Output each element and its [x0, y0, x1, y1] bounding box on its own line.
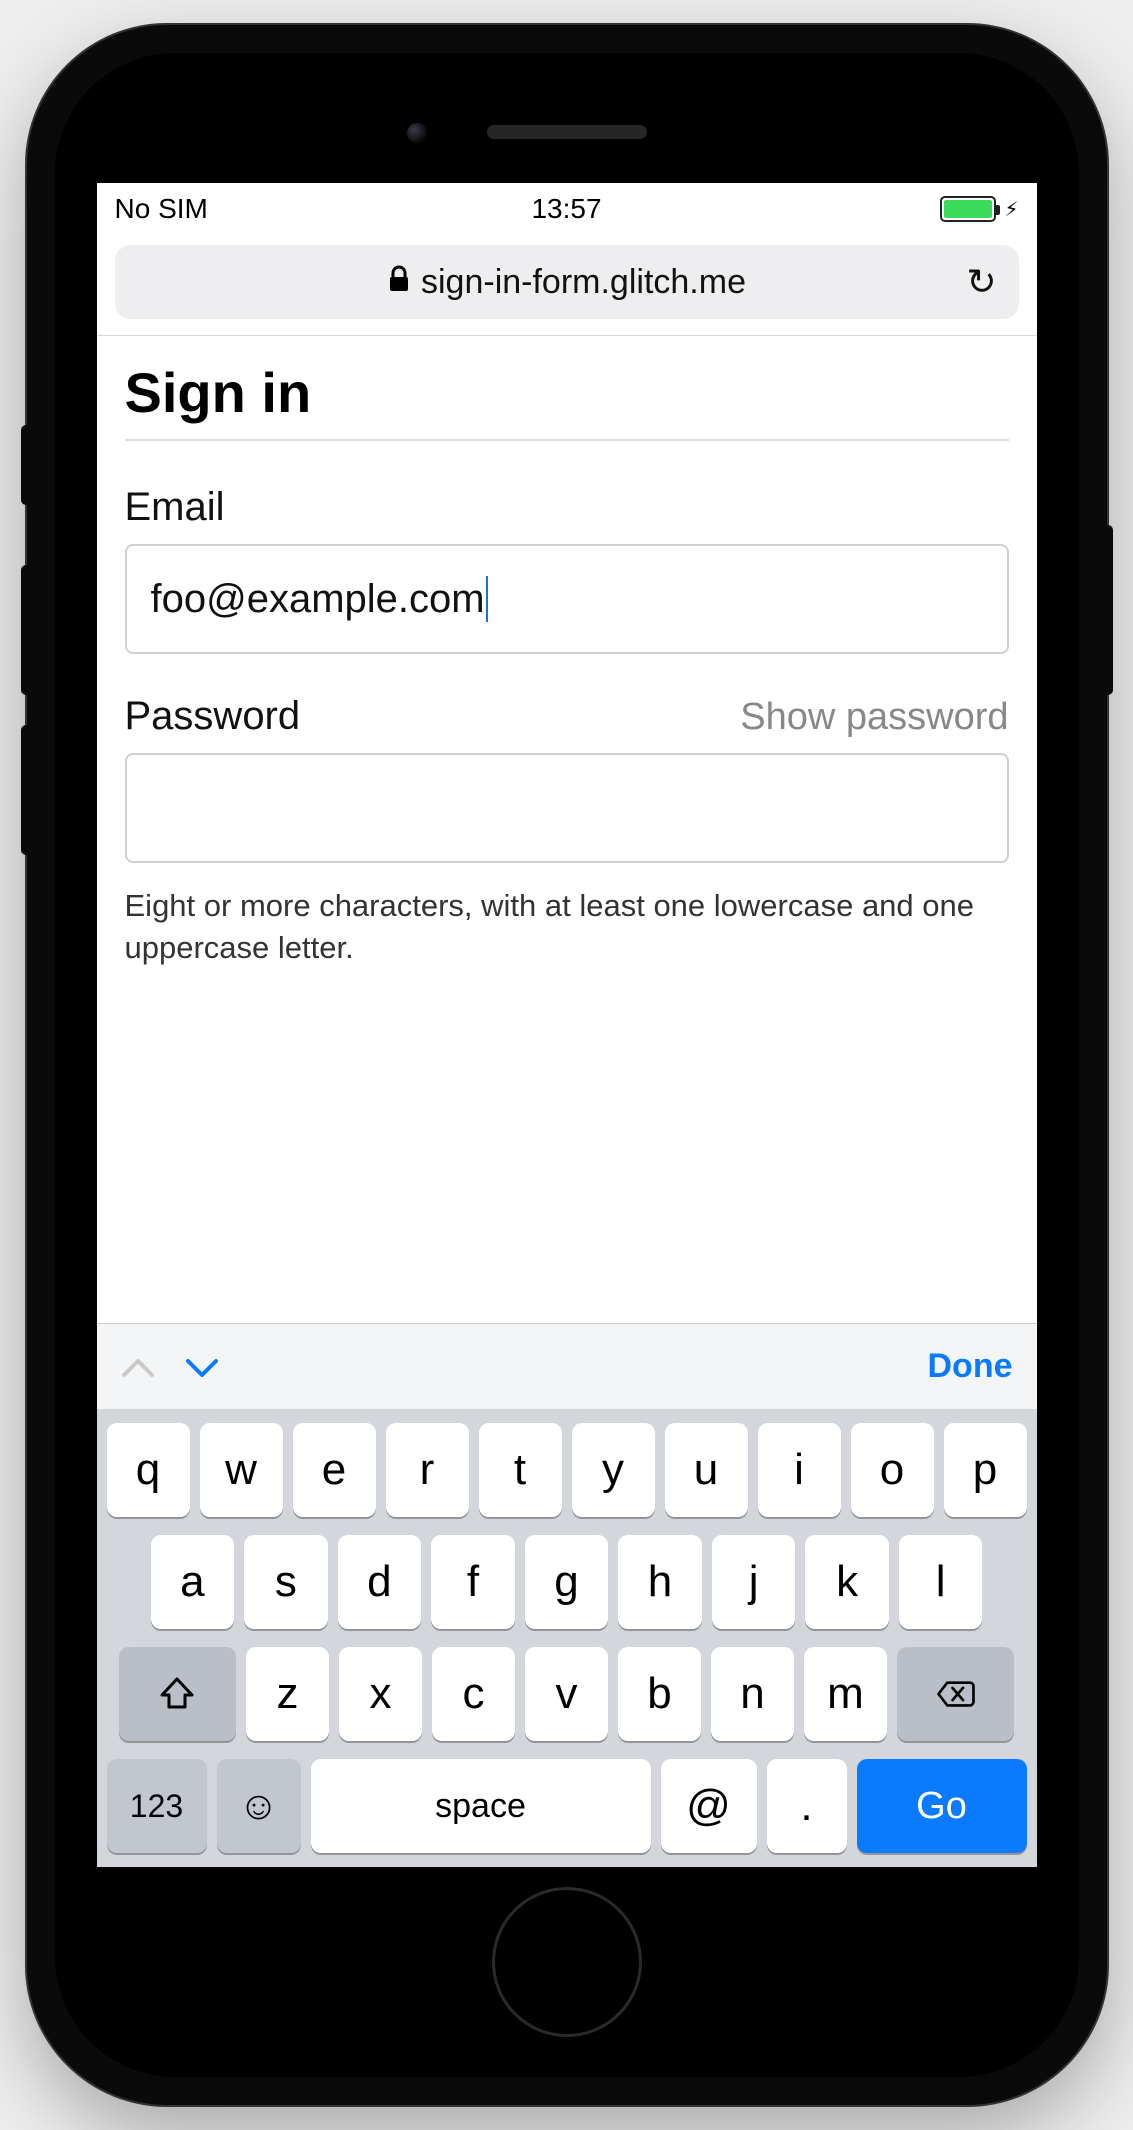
- password-hint: Eight or more characters, with at least …: [125, 885, 1009, 969]
- lock-icon: [387, 265, 411, 300]
- front-camera: [407, 123, 427, 143]
- keyboard-row-1: q w e r t y u i o p: [107, 1423, 1027, 1517]
- volume-down-button: [21, 725, 31, 855]
- key-u[interactable]: u: [665, 1423, 748, 1517]
- key-k[interactable]: k: [805, 1535, 889, 1629]
- charging-icon: ⚡︎: [1004, 197, 1018, 222]
- earpiece-speaker: [487, 125, 647, 139]
- status-bar: No SIM 13:57 ⚡︎: [97, 183, 1037, 235]
- emoji-key[interactable]: ☺: [217, 1759, 301, 1853]
- keyboard-row-3: z x c v b n m: [107, 1647, 1027, 1741]
- email-value: foo@example.com: [151, 577, 485, 622]
- key-b[interactable]: b: [618, 1647, 701, 1741]
- key-d[interactable]: d: [338, 1535, 422, 1629]
- space-key[interactable]: space: [311, 1759, 651, 1853]
- password-label: Password: [125, 694, 301, 739]
- email-label: Email: [125, 485, 225, 530]
- keyboard: q w e r t y u i o p a s d f g h: [97, 1409, 1037, 1867]
- key-r[interactable]: r: [386, 1423, 469, 1517]
- key-x[interactable]: x: [339, 1647, 422, 1741]
- key-g[interactable]: g: [525, 1535, 609, 1629]
- key-i[interactable]: i: [758, 1423, 841, 1517]
- keyboard-row-2: a s d f g h j k l: [107, 1535, 1027, 1629]
- mute-switch: [21, 425, 31, 505]
- address-bar[interactable]: sign-in-form.glitch.me ↻: [115, 245, 1019, 319]
- browser-toolbar: sign-in-form.glitch.me ↻: [97, 235, 1037, 336]
- key-f[interactable]: f: [431, 1535, 515, 1629]
- screen: No SIM 13:57 ⚡︎ sign-in-form.glitch.me ↻: [97, 183, 1037, 1867]
- battery-icon: [940, 196, 996, 222]
- phone-frame: No SIM 13:57 ⚡︎ sign-in-form.glitch.me ↻: [27, 25, 1107, 2105]
- key-n[interactable]: n: [711, 1647, 794, 1741]
- numbers-key[interactable]: 123: [107, 1759, 207, 1853]
- show-password-toggle[interactable]: Show password: [740, 696, 1008, 739]
- backspace-key[interactable]: [897, 1647, 1014, 1741]
- keyboard-accessory: Done: [97, 1323, 1037, 1409]
- prev-field-icon: [121, 1346, 155, 1388]
- power-button: [1103, 525, 1113, 695]
- key-j[interactable]: j: [712, 1535, 796, 1629]
- key-w[interactable]: w: [200, 1423, 283, 1517]
- key-h[interactable]: h: [618, 1535, 702, 1629]
- password-field[interactable]: [125, 753, 1009, 863]
- keyboard-row-4: 123 ☺ space @ . Go: [107, 1759, 1027, 1853]
- done-button[interactable]: Done: [928, 1347, 1013, 1386]
- key-v[interactable]: v: [525, 1647, 608, 1741]
- next-field-icon[interactable]: [185, 1346, 219, 1388]
- url-text: sign-in-form.glitch.me: [421, 263, 746, 302]
- key-s[interactable]: s: [244, 1535, 328, 1629]
- go-key[interactable]: Go: [857, 1759, 1027, 1853]
- key-t[interactable]: t: [479, 1423, 562, 1517]
- shift-key[interactable]: [119, 1647, 236, 1741]
- key-a[interactable]: a: [151, 1535, 235, 1629]
- key-p[interactable]: p: [944, 1423, 1027, 1517]
- text-cursor: [486, 576, 488, 622]
- volume-up-button: [21, 565, 31, 695]
- clock: 13:57: [531, 193, 601, 225]
- reload-icon[interactable]: ↻: [966, 261, 996, 303]
- home-button[interactable]: [492, 1887, 642, 2037]
- email-field[interactable]: foo@example.com: [125, 544, 1009, 654]
- key-o[interactable]: o: [851, 1423, 934, 1517]
- key-m[interactable]: m: [804, 1647, 887, 1741]
- dot-key[interactable]: .: [767, 1759, 847, 1853]
- at-key[interactable]: @: [661, 1759, 757, 1853]
- key-q[interactable]: q: [107, 1423, 190, 1517]
- status-right: ⚡︎: [940, 196, 1018, 222]
- carrier-label: No SIM: [115, 193, 208, 225]
- key-z[interactable]: z: [246, 1647, 329, 1741]
- key-y[interactable]: y: [572, 1423, 655, 1517]
- phone-bezel: No SIM 13:57 ⚡︎ sign-in-form.glitch.me ↻: [55, 53, 1079, 2077]
- key-c[interactable]: c: [432, 1647, 515, 1741]
- page-content: Sign in Email foo@example.com Password S…: [97, 336, 1037, 1323]
- key-l[interactable]: l: [899, 1535, 983, 1629]
- key-e[interactable]: e: [293, 1423, 376, 1517]
- page-title: Sign in: [125, 360, 1009, 441]
